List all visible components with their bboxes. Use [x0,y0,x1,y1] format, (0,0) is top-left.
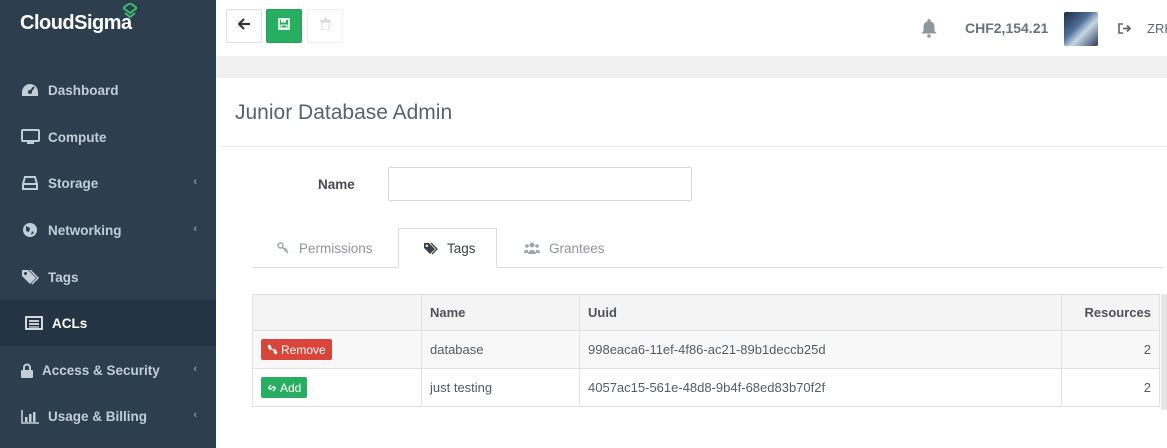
tab-grantees[interactable]: Grantees [524,228,605,268]
lock-icon [20,362,34,378]
sidebar-item-label: Usage & Billing [48,408,148,424]
logo-mark-icon [121,1,139,24]
divider [220,146,1167,147]
name-label: Name [318,177,355,192]
region-selector[interactable]: ZRH [1147,21,1167,36]
name-input[interactable] [388,167,692,201]
sidebar-item-label: Tags [48,269,79,285]
sidebar-item-compute[interactable]: Compute [0,114,216,160]
globe-icon [20,222,40,238]
table-cell-uuid: 998eaca6-11ef-4f86-ac21-89b1deccb25d [579,330,1062,369]
sidebar-item-label: Networking [48,222,122,238]
brand-name: CloudSigma [20,12,132,34]
sidebar-item-label: Compute [48,129,107,145]
save-button[interactable] [266,9,302,43]
tags-icon [423,242,438,255]
logout-icon[interactable] [1118,21,1132,39]
button-label: Remove [281,342,326,357]
save-icon [278,17,290,35]
chevron-left-icon: ‹ [193,409,197,421]
column-header-resources[interactable]: Resources [1061,294,1160,331]
tab-label: Permissions [299,240,373,256]
header-divider-strip [216,56,1167,78]
avatar[interactable] [1064,12,1098,46]
tab-permissions[interactable]: Permissions [277,228,373,268]
tab-tags[interactable]: Tags [398,228,497,268]
tags-table: Name Uuid Resources Remove database 998e… [252,294,1160,407]
back-button[interactable] [226,9,262,43]
table-header-row: Name Uuid Resources [252,294,1160,331]
sidebar-item-storage[interactable]: Storage ‹ [0,160,216,206]
chevron-left-icon: ‹ [193,176,197,188]
sidebar-item-label: Access & Security [42,362,160,378]
users-icon [524,242,540,254]
key-icon [277,242,290,254]
back-arrow-icon [236,17,251,35]
sidebar-item-access-security[interactable]: Access & Security ‹ [0,347,216,393]
sidebar-item-dashboard[interactable]: Dashboard [0,67,216,113]
monitor-icon [20,129,40,145]
table-row: Remove database 998eaca6-11ef-4f86-ac21-… [252,330,1160,369]
column-header-name[interactable]: Name [421,294,580,331]
bell-icon[interactable] [920,18,938,43]
page-title: Junior Database Admin [235,101,453,124]
sidebar-item-label: Dashboard [48,82,119,98]
unlink-icon [267,344,278,355]
table-cell-action: Add [252,368,422,407]
bar-chart-icon [20,408,40,424]
dashboard-icon [20,82,40,98]
tabs-baseline [252,267,1163,268]
table-cell-resources: 2 [1061,368,1160,407]
table-scrollbar[interactable] [1161,294,1167,410]
tab-label: Tags [447,240,476,256]
sidebar-item-acls[interactable]: ACLs [0,300,216,346]
brand-logo[interactable]: CloudSigma [20,1,139,35]
table-cell-name: database [421,330,580,369]
sidebar-item-usage-billing[interactable]: Usage & Billing ‹ [0,393,216,439]
chevron-left-icon: ‹ [193,363,197,375]
topbar: CHF2,154.21 ZRH [216,0,1167,56]
table-cell-name: just testing [421,368,580,407]
table-cell-resources: 2 [1061,330,1160,369]
list-icon [24,315,44,331]
chevron-left-icon: ‹ [193,223,197,235]
table-cell-action: Remove [252,330,422,369]
sidebar-item-label: ACLs [52,315,88,331]
tags-icon [20,269,40,285]
button-label: Add [280,380,302,395]
tab-label: Grantees [549,240,605,256]
sidebar-item-tags[interactable]: Tags [0,254,216,300]
app-window: CloudSigma Dashboard Compute Storage ‹ N… [0,0,1167,448]
account-balance[interactable]: CHF2,154.21 [965,20,1048,36]
column-header-uuid[interactable]: Uuid [579,294,1062,331]
link-icon [267,383,277,393]
trash-icon [319,17,331,35]
table-cell-uuid: 4057ac15-561e-48d8-9b4f-68ed83b70f2f [579,368,1062,407]
table-row: Add just testing 4057ac15-561e-48d8-9b4f… [252,368,1160,407]
main-content: Junior Database Admin Name Permissions T… [216,78,1167,448]
sidebar-item-networking[interactable]: Networking ‹ [0,207,216,253]
remove-tag-button[interactable]: Remove [261,339,332,360]
sidebar: CloudSigma Dashboard Compute Storage ‹ N… [0,0,216,448]
sidebar-item-label: Storage [48,175,99,191]
delete-button[interactable] [307,9,343,43]
hdd-icon [20,175,40,191]
column-header-actions [252,294,422,331]
add-tag-button[interactable]: Add [261,377,308,398]
